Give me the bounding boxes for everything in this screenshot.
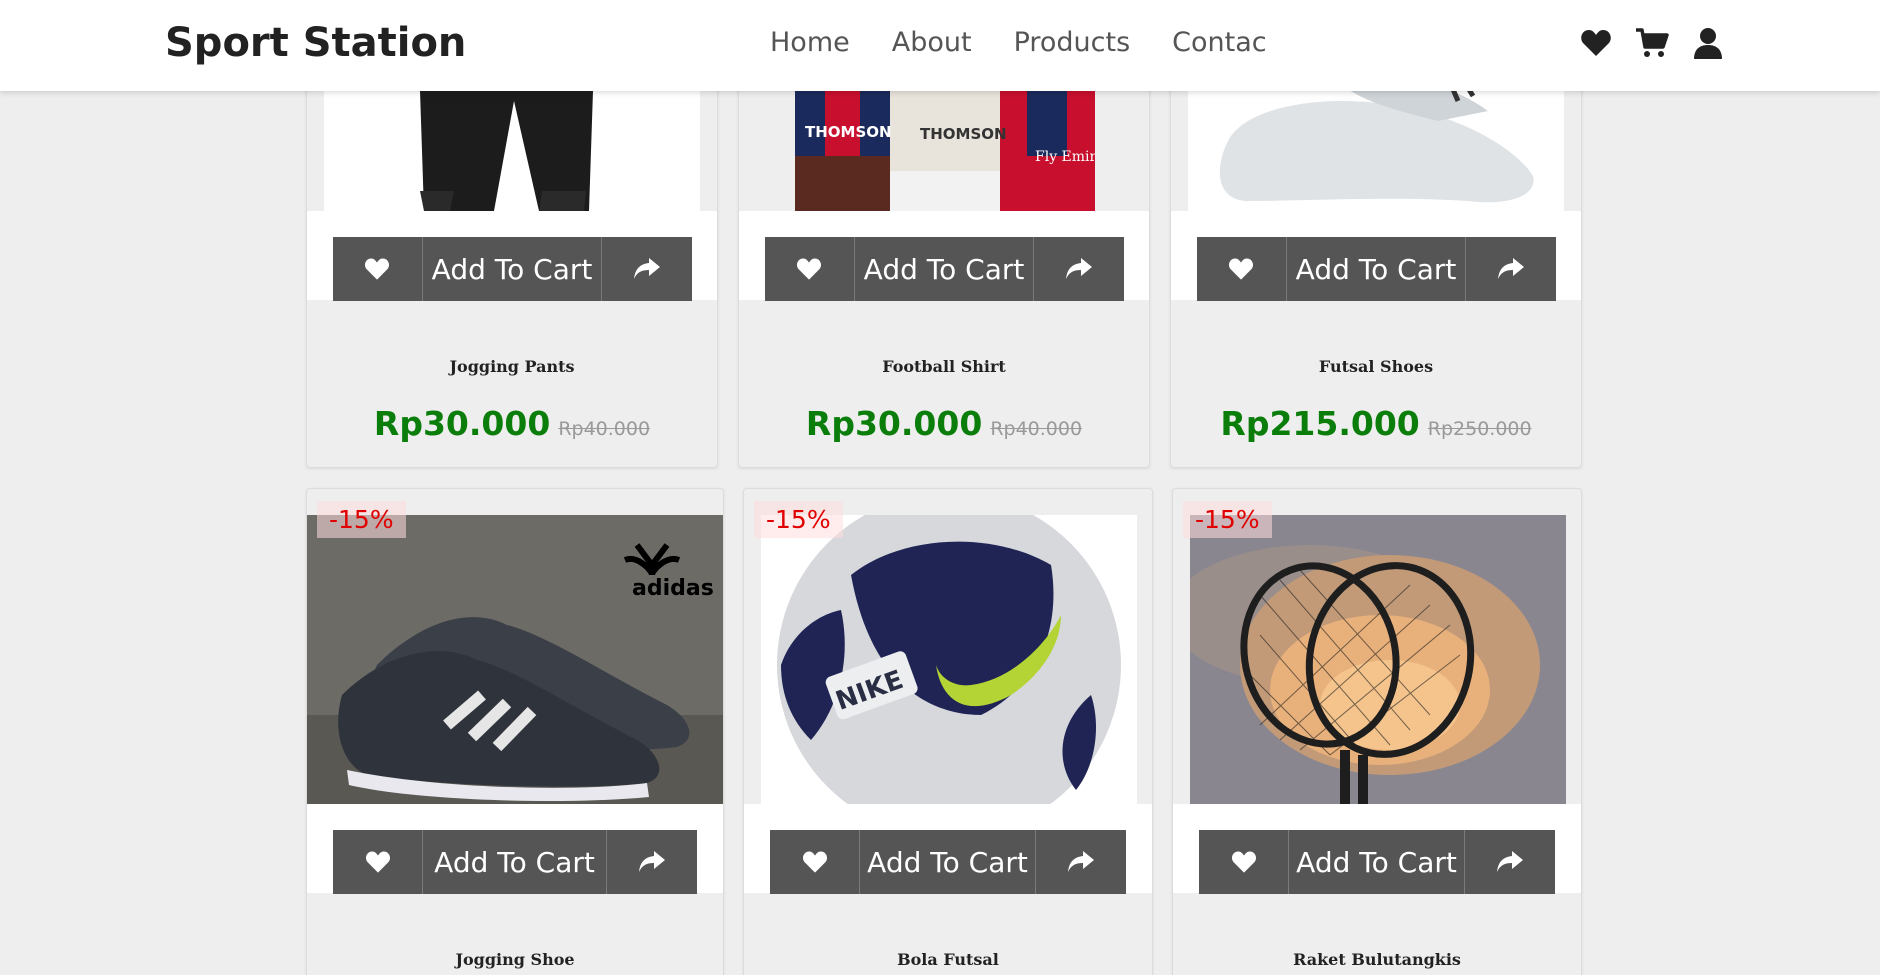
product-price: Rp30.000 Rp40.000: [739, 404, 1149, 443]
share-button[interactable]: [1465, 830, 1555, 894]
heart-icon: [797, 258, 822, 280]
product-name: Raket Bulutangkis: [1293, 950, 1461, 969]
product-price: Rp30.000 Rp40.000: [307, 404, 717, 443]
product-actions: Add To Cart: [770, 830, 1126, 894]
discount-badge: -15%: [754, 501, 843, 538]
current-price: Rp215.000: [1220, 404, 1420, 443]
product-card: THOMSON THOMSON Fly Emirates Add To Cart…: [738, 60, 1150, 468]
heart-icon[interactable]: [1579, 26, 1613, 60]
wishlist-button[interactable]: [770, 830, 860, 894]
wishlist-button[interactable]: [333, 237, 423, 301]
product-image[interactable]: [1190, 515, 1566, 804]
product-actions: Add To Cart: [333, 830, 697, 894]
discount-badge: -15%: [1183, 501, 1272, 538]
product-name: Football Shirt: [882, 357, 1006, 376]
heart-icon: [1231, 851, 1256, 873]
wishlist-button[interactable]: [1199, 830, 1289, 894]
product-price: Rp215.000 Rp250.000: [1171, 404, 1581, 443]
product-name: Futsal Shoes: [1318, 357, 1434, 376]
heart-icon: [365, 851, 390, 873]
discount-badge: -15%: [317, 501, 406, 538]
old-price: Rp40.000: [990, 418, 1083, 440]
product-name: Jogging Pants: [449, 357, 575, 376]
main-nav: Home About Products Contac: [770, 27, 1267, 58]
current-price: Rp30.000: [805, 404, 983, 443]
product-image[interactable]: NIKE: [761, 515, 1137, 804]
wishlist-button[interactable]: [1197, 237, 1287, 301]
product-card: Add To Cart Jogging Pants Rp30.000 Rp40.0…: [306, 60, 718, 468]
share-icon: [639, 851, 665, 872]
share-icon: [1497, 851, 1523, 872]
share-button[interactable]: [1034, 237, 1124, 301]
shirt-text: Fly Emirates: [1035, 149, 1095, 165]
site-header: Sport Station Home About Products Contac: [0, 0, 1880, 91]
brand-text: adidas: [632, 576, 714, 601]
product-image[interactable]: adidas: [307, 515, 723, 804]
share-button[interactable]: [1466, 237, 1556, 301]
cart-icon[interactable]: [1635, 26, 1669, 60]
product-actions: Add To Cart: [1199, 830, 1555, 894]
product-actions: Add To Cart: [333, 237, 692, 301]
shirt-text: THOMSON: [805, 123, 892, 141]
current-price: Rp30.000: [373, 404, 551, 443]
header-icons: [1579, 26, 1725, 60]
add-to-cart-button[interactable]: Add To Cart: [855, 237, 1035, 301]
nav-contact[interactable]: Contac: [1172, 27, 1266, 58]
add-to-cart-button[interactable]: Add To Cart: [860, 830, 1036, 894]
add-to-cart-button[interactable]: Add To Cart: [423, 237, 603, 301]
product-name: Jogging Shoe: [455, 950, 575, 969]
product-card: -15% adidas Add To Cart Jogging Shoe: [306, 488, 724, 975]
old-price: Rp40.000: [558, 418, 651, 440]
nav-home[interactable]: Home: [770, 27, 850, 58]
wishlist-button[interactable]: [765, 237, 855, 301]
product-actions: Add To Cart: [765, 237, 1124, 301]
share-button[interactable]: [602, 237, 692, 301]
share-icon: [1066, 258, 1093, 279]
product-card: -15% NIKE Add To Cart Bola Futsal: [743, 488, 1153, 975]
heart-icon: [802, 851, 827, 873]
product-card: Add To Cart Futsal Shoes Rp215.000 Rp250.…: [1170, 60, 1582, 468]
share-icon: [1068, 851, 1094, 872]
product-actions: Add To Cart: [1197, 237, 1556, 301]
share-button[interactable]: [1036, 830, 1126, 894]
site-logo[interactable]: Sport Station: [165, 20, 466, 66]
heart-icon: [365, 258, 390, 280]
add-to-cart-button[interactable]: Add To Cart: [1289, 830, 1465, 894]
product-name: Bola Futsal: [897, 950, 999, 969]
add-to-cart-button[interactable]: Add To Cart: [1287, 237, 1467, 301]
product-card: -15% Add To Cart Raket Bulutangkis: [1172, 488, 1582, 975]
share-button[interactable]: [607, 830, 697, 894]
old-price: Rp250.000: [1427, 418, 1532, 440]
heart-icon: [1229, 258, 1254, 280]
share-icon: [1498, 258, 1525, 279]
nav-about[interactable]: About: [892, 27, 972, 58]
wishlist-button[interactable]: [333, 830, 423, 894]
nav-products[interactable]: Products: [1014, 27, 1131, 58]
add-to-cart-button[interactable]: Add To Cart: [423, 830, 607, 894]
share-icon: [634, 258, 661, 279]
shirt-text: THOMSON: [920, 125, 1007, 143]
user-icon[interactable]: [1691, 26, 1725, 60]
